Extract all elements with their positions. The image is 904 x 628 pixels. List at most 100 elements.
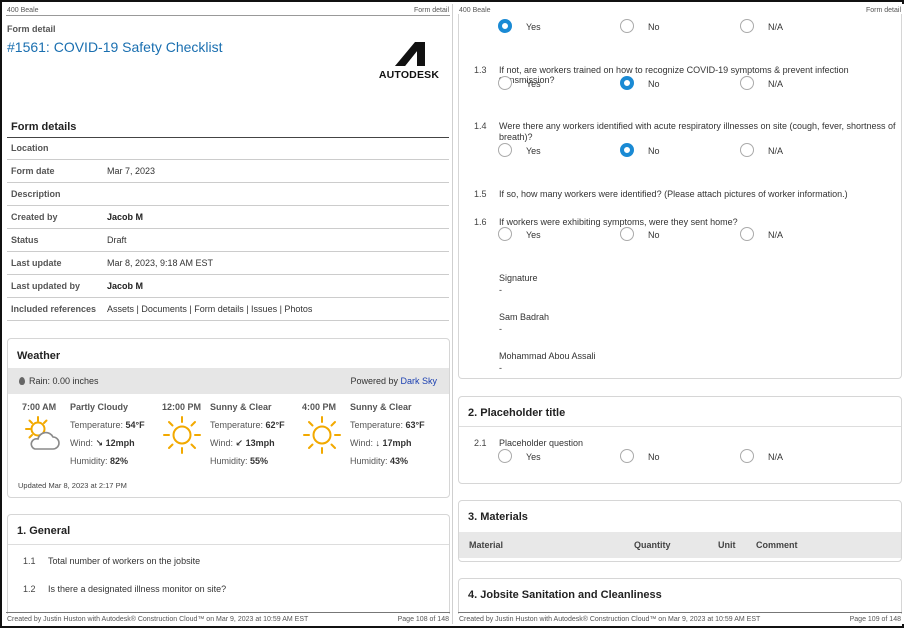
radio-label-na: N/A	[768, 452, 784, 462]
weather-temperature: Temperature: 63°F	[350, 420, 425, 430]
radio-no[interactable]	[620, 19, 634, 33]
radio-label-no: No	[648, 146, 660, 156]
weather-updated: Updated Mar 8, 2023 at 2:17 PM	[18, 481, 127, 490]
temp-label: Temperature:	[210, 420, 264, 430]
page-title: #1561: COVID-19 Safety Checklist	[7, 39, 223, 55]
radio-no[interactable]	[620, 449, 634, 463]
question-text: Is there a designated illness monitor on…	[48, 584, 227, 594]
wind-label: Wind:	[350, 438, 374, 448]
signature-label: Sam Badrah	[499, 312, 550, 322]
question-number: 1.5	[474, 189, 487, 199]
powered-by-text: Powered by	[350, 376, 398, 386]
sanitation-heading: 4. Jobsite Sanitation and Cleanliness	[468, 589, 662, 601]
weather-time: 7:00 AM	[22, 402, 57, 412]
sanitation-section: 4. Jobsite Sanitation and Cleanliness	[458, 578, 902, 614]
weather-humidity: Humidity: 55%	[210, 456, 268, 466]
page-108: 400 Beale Form detail Form detail #1561:…	[4, 4, 453, 624]
weather-condition: Sunny & Clear	[350, 402, 412, 412]
weather-wind: Wind: ↘ 12mph	[70, 438, 135, 449]
detail-row-created-by: Created by Jacob M	[7, 206, 449, 229]
wind-value: ↓ 17mph	[375, 438, 412, 448]
wind-value: ↙ 13mph	[235, 438, 275, 448]
wind-label: Wind:	[210, 438, 234, 448]
materials-table-header: Material Quantity Unit Comment	[459, 532, 901, 558]
header-rule	[6, 15, 450, 16]
radio-na[interactable]	[740, 449, 754, 463]
question-text-continued: breath)?	[499, 132, 533, 142]
form-detail-label: Form detail	[7, 24, 56, 34]
signature-value: -	[499, 363, 502, 373]
radio-na[interactable]	[740, 143, 754, 157]
column-quantity: Quantity	[634, 540, 671, 550]
weather-heading: Weather	[17, 350, 61, 362]
weather-humidity: Humidity: 43%	[350, 456, 408, 466]
weather-wind: Wind: ↙ 13mph	[210, 438, 275, 449]
detail-row-last-updated-by: Last updated by Jacob M	[7, 275, 449, 298]
detail-label: Last update	[11, 258, 62, 268]
humidity-value: 55%	[250, 456, 269, 466]
placeholder-rule	[459, 426, 901, 427]
weather-slot: 7:00 AM Partly Cloudy Temperature: 54°F …	[22, 402, 162, 472]
partly-cloudy-icon	[25, 416, 60, 450]
radio-no[interactable]	[620, 143, 634, 157]
humidity-label: Humidity:	[350, 456, 388, 466]
detail-label: Description	[11, 189, 61, 199]
placeholder-heading: 2. Placeholder title	[468, 407, 566, 419]
weather-time: 12:00 PM	[162, 402, 202, 412]
materials-section: 3. Materials Material Quantity Unit Comm…	[458, 500, 902, 562]
weather-temperature: Temperature: 62°F	[210, 420, 285, 430]
radio-na[interactable]	[740, 227, 754, 241]
question-number: 2.1	[474, 438, 487, 448]
signature-label: Signature	[499, 273, 538, 283]
raindrop-icon	[19, 377, 25, 385]
running-footer: Created by Justin Huston with Autodesk® …	[459, 616, 901, 623]
running-footer: Created by Justin Huston with Autodesk® …	[7, 616, 449, 623]
signature-label: Mohammad Abou Assali	[499, 351, 596, 361]
radio-label-na: N/A	[768, 146, 784, 156]
question-number: 1.4	[474, 121, 487, 131]
radio-no[interactable]	[620, 76, 634, 90]
detail-label: Form date	[11, 166, 55, 176]
detail-value: Jacob M	[107, 281, 144, 291]
radio-yes[interactable]	[498, 227, 512, 241]
question-text: If workers were exhibiting symptoms, wer…	[499, 217, 738, 227]
radio-na[interactable]	[740, 76, 754, 90]
footer-rule	[458, 612, 902, 613]
rain-text: Rain: 0.00 inches	[29, 376, 99, 386]
footer-rule	[6, 612, 450, 613]
radio-label-no: No	[648, 452, 660, 462]
radio-label-no: No	[648, 79, 660, 89]
detail-label: Last updated by	[11, 281, 81, 291]
radio-na[interactable]	[740, 19, 754, 33]
general-heading: 1. General	[17, 525, 71, 537]
radio-label-no: No	[648, 22, 660, 32]
radio-no[interactable]	[620, 227, 634, 241]
dark-sky-link[interactable]: Dark Sky	[400, 376, 437, 386]
detail-row-last-update: Last update Mar 8, 2023, 9:18 AM EST	[7, 252, 449, 275]
general-section: 1. General 1.1 Total number of workers o…	[7, 514, 450, 614]
radio-yes[interactable]	[498, 19, 512, 33]
question-number: 1.3	[474, 65, 487, 75]
detail-label: Created by	[11, 212, 58, 222]
radio-label-yes: Yes	[526, 79, 541, 89]
radio-yes[interactable]	[498, 143, 512, 157]
footer-credit: Created by Justin Huston with Autodesk® …	[459, 616, 761, 623]
column-unit: Unit	[718, 540, 736, 550]
detail-value[interactable]: Assets | Documents | Form details | Issu…	[107, 304, 312, 314]
form-details-heading: Form details	[11, 121, 77, 133]
footer-credit: Created by Justin Huston with Autodesk® …	[7, 616, 309, 623]
radio-yes[interactable]	[498, 76, 512, 90]
question-number: 1.2	[23, 584, 36, 594]
signature-value: -	[499, 324, 502, 334]
radio-yes[interactable]	[498, 449, 512, 463]
sun-icon	[163, 416, 201, 454]
detail-label: Included references	[11, 304, 97, 314]
weather-wind: Wind: ↓ 17mph	[350, 438, 412, 448]
question-text: If so, how many workers were identified?…	[499, 189, 848, 199]
detail-label: Location	[11, 143, 49, 153]
detail-row-status: Status Draft	[7, 229, 449, 252]
general-section-continued: Yes No N/A 1.3 If not, are workers train…	[458, 14, 902, 379]
radio-label-yes: Yes	[526, 22, 541, 32]
detail-value: Draft	[107, 235, 127, 245]
weather-temperature: Temperature: 54°F	[70, 420, 145, 430]
